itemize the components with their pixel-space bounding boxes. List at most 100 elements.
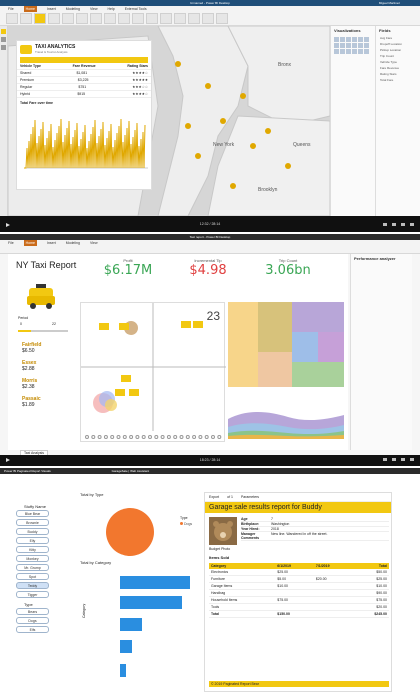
menu-view[interactable]: View (90, 240, 98, 246)
model-view-icon[interactable] (1, 45, 6, 50)
chart-type-icon[interactable] (334, 43, 339, 48)
treemap-tile[interactable] (292, 362, 344, 387)
treemap-tile[interactable] (292, 332, 318, 362)
chart-type-icon[interactable] (364, 37, 369, 42)
settings-icon[interactable] (401, 223, 405, 226)
chart-type-icon[interactable] (358, 49, 363, 54)
taxi-analytics-card[interactable]: TAXI ANALYTICS Travel & Tourist Analysis… (16, 40, 152, 190)
bar-furniture[interactable] (120, 664, 126, 677)
slicer-item[interactable]: Spot (16, 573, 49, 580)
bar-handbag[interactable] (120, 618, 142, 631)
map-dot[interactable] (205, 83, 211, 89)
menu-insert[interactable]: Insert (47, 240, 56, 246)
chart-type-icon[interactable] (352, 49, 357, 54)
slicer-item[interactable]: Blue Bear (16, 510, 49, 517)
settings-icon[interactable] (401, 458, 405, 461)
slicer-item[interactable]: Monkey (16, 555, 49, 562)
chart-type-icon[interactable] (364, 49, 369, 54)
treemap-tile[interactable] (318, 332, 344, 362)
ribbon-button[interactable] (6, 13, 18, 24)
ribbon-button[interactable] (34, 13, 46, 24)
menu-file[interactable]: File (8, 240, 14, 246)
ribbon-button[interactable] (188, 13, 200, 24)
data-view-icon[interactable] (1, 37, 6, 42)
slicer-item[interactable]: Brownie (16, 519, 49, 526)
category-bar-chart[interactable] (88, 572, 198, 684)
menu-view[interactable]: View (90, 6, 98, 12)
map-dot[interactable] (175, 61, 181, 67)
treemap-tile[interactable] (258, 302, 292, 352)
ribbon-button[interactable] (76, 13, 88, 24)
map-dot[interactable] (265, 128, 271, 134)
chart-type-icon[interactable] (340, 43, 345, 48)
ribbon-button[interactable] (132, 13, 144, 24)
period-slider[interactable] (18, 330, 68, 332)
pie-slice-dogs[interactable] (106, 508, 154, 556)
type-item[interactable]: Bears (16, 608, 49, 615)
chart-type-icon[interactable] (346, 37, 351, 42)
chart-type-icon[interactable] (334, 37, 339, 42)
paginated-report-viewer[interactable]: Export of 1 Parameters Garage sale resul… (204, 492, 392, 692)
chart-type-icon[interactable] (358, 37, 363, 42)
pie-chart[interactable] (100, 502, 160, 562)
ribbon-button[interactable] (48, 13, 60, 24)
scatter-quadrant-visual[interactable]: 23 (80, 302, 226, 442)
slicer-item[interactable]: Elly (16, 537, 49, 544)
map-dot[interactable] (195, 153, 201, 159)
slicer-item[interactable]: Kitty (16, 546, 49, 553)
slicer-item[interactable]: Mr. Grump (16, 564, 49, 571)
bar-electronics[interactable] (120, 576, 190, 589)
fare-time-chart[interactable] (20, 108, 150, 172)
chart-type-icon[interactable] (346, 49, 351, 54)
chart-type-icon[interactable] (364, 43, 369, 48)
map-dot[interactable] (230, 183, 236, 189)
menu-home[interactable]: Home (23, 240, 37, 246)
report-view-icon[interactable] (1, 29, 6, 34)
map-dot[interactable] (240, 93, 246, 99)
bar-household-items[interactable] (120, 596, 182, 609)
type-item[interactable]: Dogs (16, 617, 49, 624)
ribbon-button[interactable] (160, 13, 172, 24)
scatter-bubble[interactable] (105, 399, 117, 411)
treemap-visual[interactable] (228, 302, 344, 387)
volume-icon[interactable] (392, 223, 396, 226)
chart-type-icon[interactable] (352, 43, 357, 48)
chart-type-icon[interactable] (346, 43, 351, 48)
menu-insert[interactable]: Insert (47, 6, 56, 12)
map-dot[interactable] (185, 123, 191, 129)
menu-external-tools[interactable]: External Tools (125, 6, 147, 12)
ribbon-button[interactable] (104, 13, 116, 24)
chart-type-icon[interactable] (340, 49, 345, 54)
map-dot[interactable] (285, 163, 291, 169)
bar-garage-items[interactable] (120, 640, 132, 653)
chart-type-icon[interactable] (334, 49, 339, 54)
type-item[interactable]: Elfs (16, 626, 49, 633)
map-dot[interactable] (250, 143, 256, 149)
menu-modeling[interactable]: Modeling (66, 240, 80, 246)
treemap-tile[interactable] (258, 352, 292, 387)
field-item[interactable]: Total Fare (376, 77, 420, 83)
ribbon-button[interactable] (202, 13, 214, 24)
export-button[interactable]: Export (209, 495, 219, 499)
slicer-item[interactable]: Teddy (16, 582, 49, 589)
menu-modeling[interactable]: Modeling (66, 6, 80, 12)
captions-icon[interactable] (383, 223, 387, 226)
captions-icon[interactable] (383, 458, 387, 461)
ribbon-button[interactable] (62, 13, 74, 24)
treemap-tile[interactable] (228, 302, 258, 387)
treemap-tile[interactable] (292, 302, 344, 332)
map-dot[interactable] (220, 118, 226, 124)
menu-home[interactable]: Home (23, 6, 37, 12)
ribbon-button[interactable] (90, 13, 102, 24)
ribbon-button[interactable] (146, 13, 158, 24)
fullscreen-icon[interactable] (410, 458, 414, 461)
parameters-button[interactable]: Parameters (241, 495, 259, 499)
slicer-item[interactable]: Buddy (16, 528, 49, 535)
fullscreen-icon[interactable] (410, 223, 414, 226)
ribbon-button[interactable] (118, 13, 130, 24)
area-chart-visual[interactable] (228, 389, 344, 444)
chart-type-icon[interactable] (340, 37, 345, 42)
chart-type-icon[interactable] (358, 43, 363, 48)
volume-icon[interactable] (392, 458, 396, 461)
ribbon-button[interactable] (174, 13, 186, 24)
